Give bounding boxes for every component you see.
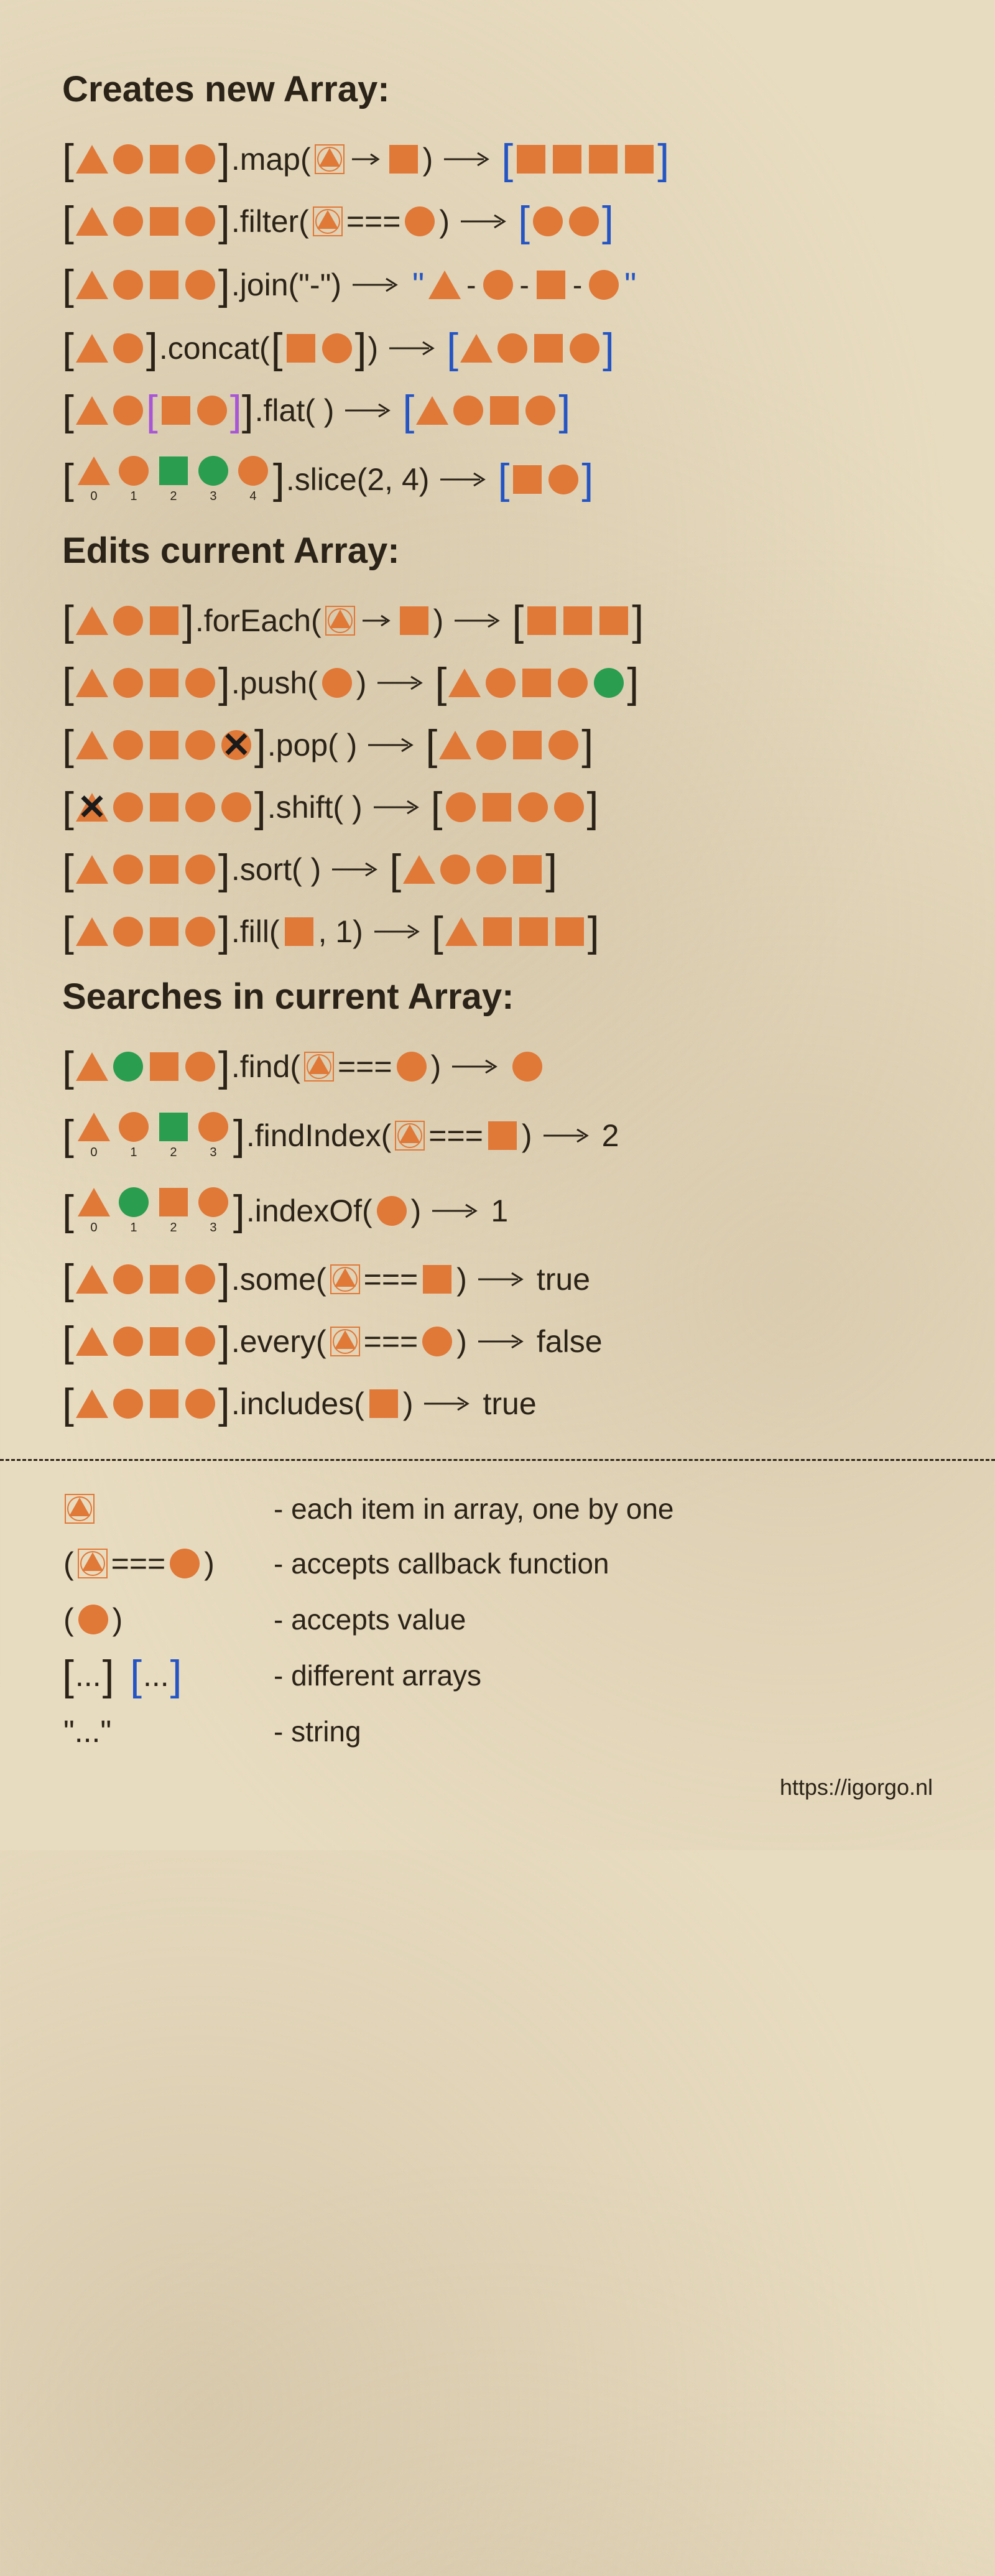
- each-item-icon: [65, 1494, 95, 1524]
- row-push: [ ] .push( ) [ ]: [62, 665, 933, 701]
- legend-callback: ( === ) - accepts callback function: [62, 1545, 933, 1582]
- row-join: [ ] .join("-") " - - - ": [62, 266, 933, 304]
- section-heading-searches: Searches in current Array:: [62, 976, 933, 1017]
- legend-item: - each item in array, one by one: [62, 1492, 933, 1526]
- arrow-icon: [351, 152, 382, 167]
- legend-value: ( ) - accepts value: [62, 1601, 933, 1638]
- method-map: .map(: [231, 141, 311, 177]
- each-item-icon: [304, 1052, 334, 1082]
- square-icon: [623, 143, 655, 175]
- row-filter: [ ] .filter( === ) [ ]: [62, 203, 933, 239]
- row-shift: [ ✕ ] .shift( ) [ ]: [62, 789, 933, 825]
- row-sort: [ ] .sort( ) [ ]: [62, 851, 933, 887]
- square-icon: [148, 143, 180, 175]
- row-some: [ ] .some( === ) true: [62, 1261, 933, 1297]
- each-item-icon: [325, 606, 355, 636]
- row-pop: [ ✕ ] .pop( ) [ ]: [62, 727, 933, 763]
- square-icon: [515, 143, 547, 175]
- section-heading-edits: Edits current Array:: [62, 530, 933, 572]
- square-icon: [387, 143, 420, 175]
- each-item-icon: [78, 1549, 108, 1578]
- row-every: [ ] .every( === ) false: [62, 1323, 933, 1360]
- legend-string: "..." - string: [62, 1713, 933, 1749]
- row-find: [ ] .find( === ): [62, 1049, 933, 1085]
- row-fill: [ ] .fill( , 1) [ ]: [62, 914, 933, 950]
- row-slice: [ 0 1 2 3 4 ] .slice(2, 4) [ ]: [62, 455, 933, 504]
- row-indexof: [ 0 1 2 3 ] .indexOf( ) 1: [62, 1186, 933, 1235]
- arrow-icon: [443, 150, 493, 169]
- cross-icon: ✕: [77, 787, 106, 828]
- row-includes: [ ] .includes( ) true: [62, 1386, 933, 1422]
- each-item-icon: [313, 206, 343, 236]
- row-map: [ ] .map( ) [ ]: [62, 141, 933, 177]
- divider: [0, 1459, 995, 1461]
- each-item-icon: [330, 1327, 360, 1356]
- section-heading-creates: Creates new Array:: [62, 68, 933, 110]
- circle-icon: [112, 143, 144, 175]
- cross-icon: ✕: [221, 725, 251, 766]
- each-item-icon: [315, 144, 345, 174]
- circle-icon: [184, 143, 216, 175]
- each-item-icon: [395, 1121, 425, 1151]
- quote-icon: ": [624, 266, 636, 304]
- each-item-icon: [330, 1264, 360, 1294]
- quote-icon: ": [412, 266, 424, 304]
- row-flat: [ [ ] ] .flat( ) [ ]: [62, 392, 933, 429]
- row-foreach: [ ] .forEach( ) [ ]: [62, 603, 933, 639]
- source-url: https://igorgo.nl: [62, 1774, 933, 1800]
- square-icon: [587, 143, 619, 175]
- triangle-icon: [76, 143, 108, 175]
- square-icon: [551, 143, 583, 175]
- legend-arrays: [...] [...] - different arrays: [62, 1657, 933, 1693]
- row-concat: [ ] .concat( [ ] ) [ ]: [62, 330, 933, 366]
- row-findindex: [ 0 1 2 3 ] .findIndex( === ) 2: [62, 1111, 933, 1160]
